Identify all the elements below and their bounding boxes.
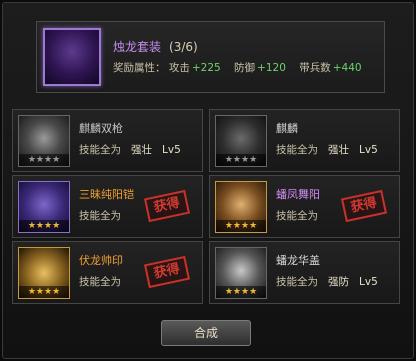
set-item-card[interactable]: ★★★★ 蟠龙华盖 技能全为 强防 Lv5	[209, 241, 400, 304]
star-rating: ★★★★	[216, 286, 266, 298]
item-skill: 技能全为	[79, 274, 121, 289]
skill-level: Lv5	[359, 276, 378, 288]
item-skill: 技能全为	[276, 208, 318, 223]
attr-defense-label: 防御	[234, 62, 256, 74]
armor-icon: ★★★★	[18, 181, 70, 233]
skill-value: 强壮	[131, 144, 152, 156]
set-bonus-attributes: 奖励属性： 攻击 +225 防御 +120 带兵数 +440	[113, 62, 362, 74]
skill-label: 技能全为	[79, 276, 121, 288]
set-title: 烛龙套装 (3/6)	[113, 38, 198, 55]
bonus-label: 奖励属性	[113, 62, 155, 74]
merge-button[interactable]: 合成	[161, 320, 251, 346]
set-item-card[interactable]: ★★★★ 三昧纯阳铠 技能全为 获得	[12, 175, 203, 238]
skill-level: Lv5	[359, 144, 378, 156]
attr-attack-value: +225	[191, 62, 221, 74]
obtained-stamp: 获得	[143, 255, 191, 289]
obtained-stamp: 获得	[340, 189, 388, 223]
star-rating: ★★★★	[19, 220, 69, 232]
skill-label: 技能全为	[276, 210, 318, 222]
set-item-card[interactable]: ★★★★ 麒麟双枪 技能全为 强壮 Lv5	[12, 109, 203, 172]
dragon-set-icon[interactable]	[43, 28, 101, 86]
canopy-icon: ★★★★	[215, 247, 267, 299]
item-name: 麒麟	[276, 122, 298, 135]
set-item-card[interactable]: ★★★★ 蟠凤舞阳 技能全为 获得	[209, 175, 400, 238]
item-name: 麒麟双枪	[79, 122, 123, 135]
attr-attack-label: 攻击	[168, 62, 190, 74]
skill-label: 技能全为	[79, 210, 121, 222]
item-name: 三昧纯阳铠	[79, 188, 134, 201]
skill-value: 强防	[328, 276, 349, 288]
attr-defense-value: +120	[257, 62, 286, 74]
item-skill: 技能全为 强壮 Lv5	[79, 142, 181, 157]
obtained-stamp: 获得	[143, 189, 191, 223]
skill-level: Lv5	[162, 144, 181, 156]
skill-label: 技能全为	[276, 276, 318, 288]
seal-icon: ★★★★	[18, 247, 70, 299]
item-name: 蟠龙华盖	[276, 254, 320, 267]
item-name: 蟠凤舞阳	[276, 188, 320, 201]
attr-troops-label: 带兵数	[299, 62, 331, 74]
equipment-set-window: 烛龙套装 (3/6) 奖励属性： 攻击 +225 防御 +120 带兵数 +440 ★★…	[2, 2, 414, 359]
attr-troops-value: +440	[332, 62, 362, 74]
set-info-panel: 烛龙套装 (3/6) 奖励属性： 攻击 +225 防御 +120 带兵数 +440	[36, 21, 385, 93]
skill-label: 技能全为	[276, 144, 318, 156]
set-item-card[interactable]: ★★★★ 麒麟 技能全为 强壮 Lv5	[209, 109, 400, 172]
item-skill: 技能全为 强壮 Lv5	[276, 142, 378, 157]
star-rating: ★★★★	[216, 154, 266, 166]
skill-label: 技能全为	[79, 144, 121, 156]
set-item-card[interactable]: ★★★★ 伏龙帅印 技能全为 获得	[12, 241, 203, 304]
twin-spear-icon: ★★★★	[18, 115, 70, 167]
set-count: (3/6)	[169, 40, 198, 54]
star-rating: ★★★★	[19, 286, 69, 298]
skill-value: 强壮	[328, 144, 349, 156]
star-rating: ★★★★	[19, 154, 69, 166]
phoenix-item-icon: ★★★★	[215, 181, 267, 233]
item-name: 伏龙帅印	[79, 254, 123, 267]
item-skill: 技能全为 强防 Lv5	[276, 274, 378, 289]
item-skill: 技能全为	[79, 208, 121, 223]
set-name: 烛龙套装	[113, 40, 162, 54]
qilin-mount-icon: ★★★★	[215, 115, 267, 167]
star-rating: ★★★★	[216, 220, 266, 232]
